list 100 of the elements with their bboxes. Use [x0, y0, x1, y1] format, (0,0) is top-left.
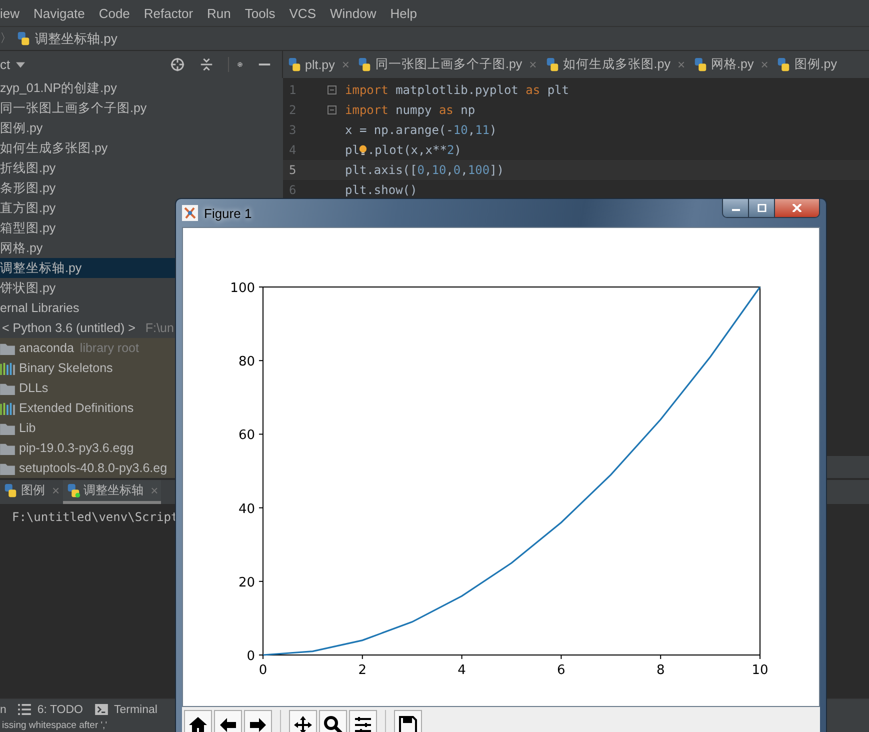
tab-label: plt.py [305, 58, 335, 72]
configure-button[interactable] [349, 710, 377, 732]
tree-node[interactable]: Lib [19, 418, 36, 438]
x-tick-label: 2 [358, 663, 367, 678]
menu-item[interactable]: VCS [289, 6, 316, 20]
y-tick-label: 80 [238, 354, 255, 370]
tree-node[interactable]: anaconda [19, 338, 74, 358]
home-button[interactable] [184, 710, 212, 732]
app-icon [182, 205, 198, 221]
file-tree-item[interactable]: 同一张图上画多个子图.py [0, 98, 283, 118]
folder-icon [0, 442, 15, 454]
pan-icon [293, 715, 313, 732]
editor-tab[interactable]: 图例.py [772, 51, 842, 78]
status-message: issing whitespace after ',' [2, 720, 108, 731]
menu-item[interactable]: Help [390, 6, 417, 20]
x-tick-label: 8 [656, 663, 665, 678]
run-tab[interactable]: 图例 × [0, 480, 63, 504]
x-tick-label: 10 [752, 663, 768, 678]
menu-item[interactable]: iew [0, 6, 20, 20]
menu-item[interactable]: Tools [244, 6, 276, 20]
run-tab[interactable]: 调整坐标轴 × [62, 480, 162, 504]
line-number: 4 [288, 143, 298, 157]
tree-node[interactable]: < Python 3.6 (untitled) > [2, 318, 136, 338]
tool-window-button[interactable]: Terminal [95, 704, 158, 716]
breadcrumb-separator: 〉 [0, 30, 12, 47]
file-tree-item[interactable]: 折线图.py [0, 158, 283, 178]
file-tree-item[interactable]: 条形图.py [0, 178, 283, 198]
save-button[interactable] [394, 710, 422, 732]
python-file-icon [693, 57, 708, 72]
list-icon [18, 704, 32, 715]
file-tree-item[interactable]: 网格.py [0, 238, 175, 258]
close-button[interactable] [775, 199, 819, 217]
file-tree-item[interactable]: 如何生成多张图.py [0, 138, 283, 158]
menu-item[interactable]: Refactor [144, 6, 194, 20]
file-tree-item[interactable]: 饼状图.py [0, 278, 175, 298]
file-tree-item[interactable]: 箱型图.py [0, 218, 175, 238]
code-text: plt.show() [345, 183, 418, 197]
code-text: plt.axis([0,10,0,100]) [345, 163, 504, 177]
line-number: 5 [288, 163, 298, 177]
tool-window-button[interactable]: n [0, 704, 6, 716]
tree-node[interactable]: ernal Libraries [0, 298, 175, 318]
x-tick-label: 6 [557, 663, 566, 678]
tool-window-button[interactable]: 6: TODO [18, 704, 83, 716]
file-tree-item[interactable]: 图例.py [0, 118, 283, 138]
menu-item[interactable]: Code [98, 6, 130, 20]
library-icon [0, 402, 15, 414]
maximize-icon [756, 204, 766, 212]
y-tick-label: 100 [230, 281, 255, 296]
breadcrumb-item[interactable]: 调整坐标轴.py [35, 30, 118, 48]
code-text: x = np.arange(-10,11) [345, 123, 497, 137]
zoom-button[interactable] [319, 710, 347, 732]
code-text: import matplotlib.pyplot as plt [345, 83, 569, 97]
sdk-path: F:\un [145, 320, 174, 337]
tree-node[interactable]: DLLs [19, 378, 48, 398]
y-tick-label: 40 [238, 502, 255, 517]
code-text: .plot(x,x**2) [367, 143, 462, 157]
maximize-button[interactable] [749, 199, 775, 217]
python-file-icon [16, 31, 31, 46]
y-tick-label: 20 [238, 575, 255, 590]
terminal-icon [95, 704, 108, 715]
menu-item[interactable]: Navigate [34, 6, 85, 20]
editor-tab[interactable]: 如何生成多张图.py × [540, 51, 690, 78]
fold-icon[interactable] [327, 85, 337, 95]
y-tick-label: 60 [238, 428, 255, 444]
home-icon [188, 715, 208, 732]
library-root-label: library root [80, 340, 139, 357]
fold-icon[interactable] [327, 105, 337, 115]
line-number: 6 [288, 183, 298, 197]
caret-icon[interactable] [16, 62, 26, 68]
x-tick-label: 0 [258, 663, 268, 678]
line-number: 2 [288, 103, 298, 117]
back-button[interactable] [214, 710, 242, 732]
forward-button[interactable] [244, 710, 272, 732]
menu-item[interactable]: Run [207, 6, 231, 20]
menu-item[interactable]: Window [330, 6, 376, 20]
folder-icon [0, 462, 15, 474]
line-number: 3 [288, 123, 298, 137]
file-tree-item[interactable]: zyp_01.NP的创建.py [0, 78, 283, 98]
lightbulb-icon[interactable] [359, 144, 368, 156]
editor-tab[interactable]: 网格.py × [689, 51, 772, 78]
editor-tab[interactable]: plt.py × [283, 51, 354, 78]
pan-button[interactable] [289, 710, 317, 732]
python-file-icon [287, 57, 302, 72]
python-file-icon [357, 57, 372, 72]
settings-icon[interactable] [228, 57, 243, 72]
file-tree-item[interactable]: 调整坐标轴.py [0, 258, 175, 278]
collapse-icon[interactable] [199, 57, 214, 72]
folder-icon [0, 382, 15, 394]
tab-label: 如何生成多张图.py [562, 56, 670, 73]
line-number: 1 [288, 83, 298, 97]
python-file-icon [544, 57, 560, 72]
minimize-button[interactable] [723, 199, 749, 217]
tab-label: 网格.py [711, 56, 754, 73]
tab-label: 图例.py [794, 56, 838, 73]
editor-tab[interactable]: 同一张图上画多个子图.py × [353, 51, 541, 78]
code-text: import numpy as np [345, 103, 476, 117]
code-text: pl [345, 143, 360, 157]
locate-icon[interactable] [170, 57, 185, 72]
file-tree-item[interactable]: 直方图.py [0, 198, 175, 218]
project-view-selector[interactable]: ct [0, 57, 10, 72]
